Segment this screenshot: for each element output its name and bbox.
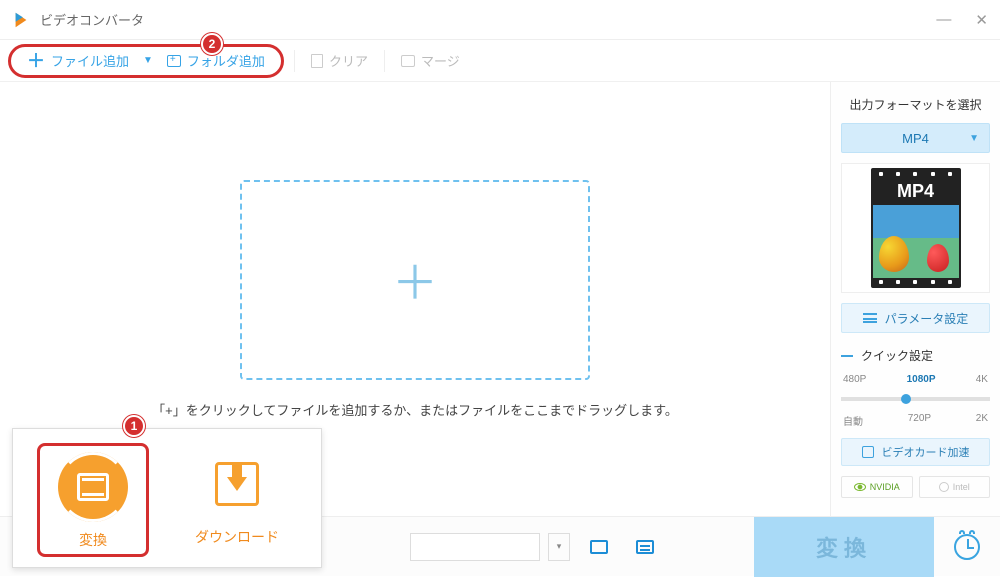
- chevron-down-icon: ▼: [969, 133, 979, 144]
- vendor-intel-label: Intel: [953, 482, 970, 492]
- parameter-settings-button[interactable]: パラメータ設定: [841, 303, 990, 333]
- thumb-label: MP4: [873, 178, 959, 205]
- annotation-badge-1: 1: [123, 415, 145, 437]
- toolbar: 2 ＋ ファイル追加 ▼ フォルダ追加 クリア マージ: [0, 40, 1000, 82]
- res-480p: 480P: [843, 374, 866, 385]
- window-title: ビデオコンバータ: [40, 10, 936, 29]
- convert-button[interactable]: 変換: [754, 517, 934, 577]
- convert-mode-icon: [58, 452, 128, 522]
- subtitle-button[interactable]: [628, 533, 662, 561]
- folder-plus-icon: [167, 55, 181, 67]
- clear-label: クリア: [329, 51, 368, 70]
- subtitle-icon: [636, 540, 654, 554]
- mode-convert-label: 変換: [79, 530, 107, 550]
- annotation-badge-2: 2: [201, 33, 223, 55]
- minimize-button[interactable]: ―: [936, 11, 951, 29]
- dropzone-plus-icon: ＋: [392, 247, 438, 313]
- chip-icon: [862, 446, 874, 458]
- add-buttons-group: 2 ＋ ファイル追加 ▼ フォルダ追加: [8, 44, 284, 78]
- vendor-intel[interactable]: Intel: [919, 476, 991, 498]
- vendor-nvidia-label: NVIDIA: [870, 482, 900, 492]
- dropzone[interactable]: ＋: [240, 180, 590, 380]
- right-panel: 出力フォーマットを選択 MP4 ▼ MP4 パラメータ設定 クイック設定 480…: [830, 82, 1000, 516]
- folder-open-icon: [590, 540, 608, 554]
- merge-button[interactable]: マージ: [395, 47, 466, 74]
- clear-button[interactable]: クリア: [305, 47, 374, 74]
- res-720p: 720P: [908, 413, 931, 428]
- convert-button-label: 変換: [816, 531, 872, 563]
- merge-icon: [401, 55, 415, 67]
- mode-download-label: ダウンロード: [195, 527, 279, 547]
- add-file-button[interactable]: ＋ ファイル追加: [21, 47, 135, 74]
- mode-convert-tab[interactable]: 変換: [37, 443, 149, 557]
- res-4k: 4K: [976, 374, 988, 385]
- resolution-labels-top: 480P 1080P 4K: [841, 374, 990, 385]
- alarm-clock-icon: [954, 534, 980, 560]
- gpu-accel-label: ビデオカード加速: [882, 444, 970, 460]
- close-button[interactable]: ✕: [975, 11, 988, 29]
- gpu-accel-button[interactable]: ビデオカード加速: [841, 438, 990, 466]
- download-mode-icon: [202, 449, 272, 519]
- toolbar-divider: [384, 50, 385, 72]
- trash-icon: [311, 54, 323, 68]
- output-path-dropdown[interactable]: ▾: [548, 533, 570, 561]
- res-2k: 2K: [976, 413, 988, 428]
- sliders-icon: [863, 313, 877, 323]
- schedule-button[interactable]: [934, 517, 1000, 577]
- parameter-settings-label: パラメータ設定: [885, 310, 969, 327]
- plus-icon: ＋: [27, 52, 45, 70]
- res-auto: 自動: [843, 413, 863, 428]
- quick-settings-label: クイック設定: [861, 347, 933, 364]
- output-path-input[interactable]: [410, 533, 540, 561]
- output-format-title: 出力フォーマットを選択: [841, 96, 990, 113]
- mode-tabs: 1 変換 ダウンロード: [12, 428, 322, 568]
- mode-download-tab[interactable]: ダウンロード: [177, 443, 297, 557]
- add-file-dropdown[interactable]: ▼: [143, 55, 153, 66]
- intel-icon: [939, 482, 949, 492]
- format-thumbnail: MP4: [841, 163, 990, 293]
- format-selector[interactable]: MP4 ▼: [841, 123, 990, 153]
- titlebar: ビデオコンバータ ― ✕: [0, 0, 1000, 40]
- quick-settings-header: クイック設定: [841, 347, 990, 364]
- format-selected-label: MP4: [902, 131, 929, 146]
- nvidia-icon: [854, 483, 866, 491]
- res-1080p: 1080P: [907, 374, 936, 385]
- dropzone-hint: 「+」をクリックしてファイルを追加するか、またはファイルをここまでドラッグします…: [152, 400, 678, 419]
- add-folder-label: フォルダ追加: [187, 51, 265, 70]
- resolution-labels-bottom: 自動 720P 2K: [841, 413, 990, 428]
- toolbar-divider: [294, 50, 295, 72]
- add-file-label: ファイル追加: [51, 51, 129, 70]
- dash-icon: [841, 355, 853, 357]
- resolution-slider[interactable]: [841, 397, 990, 401]
- open-folder-button[interactable]: [582, 533, 616, 561]
- app-logo-icon: [12, 11, 30, 29]
- vendor-nvidia[interactable]: NVIDIA: [841, 476, 913, 498]
- merge-label: マージ: [421, 51, 460, 70]
- thumb-image-icon: [873, 205, 959, 278]
